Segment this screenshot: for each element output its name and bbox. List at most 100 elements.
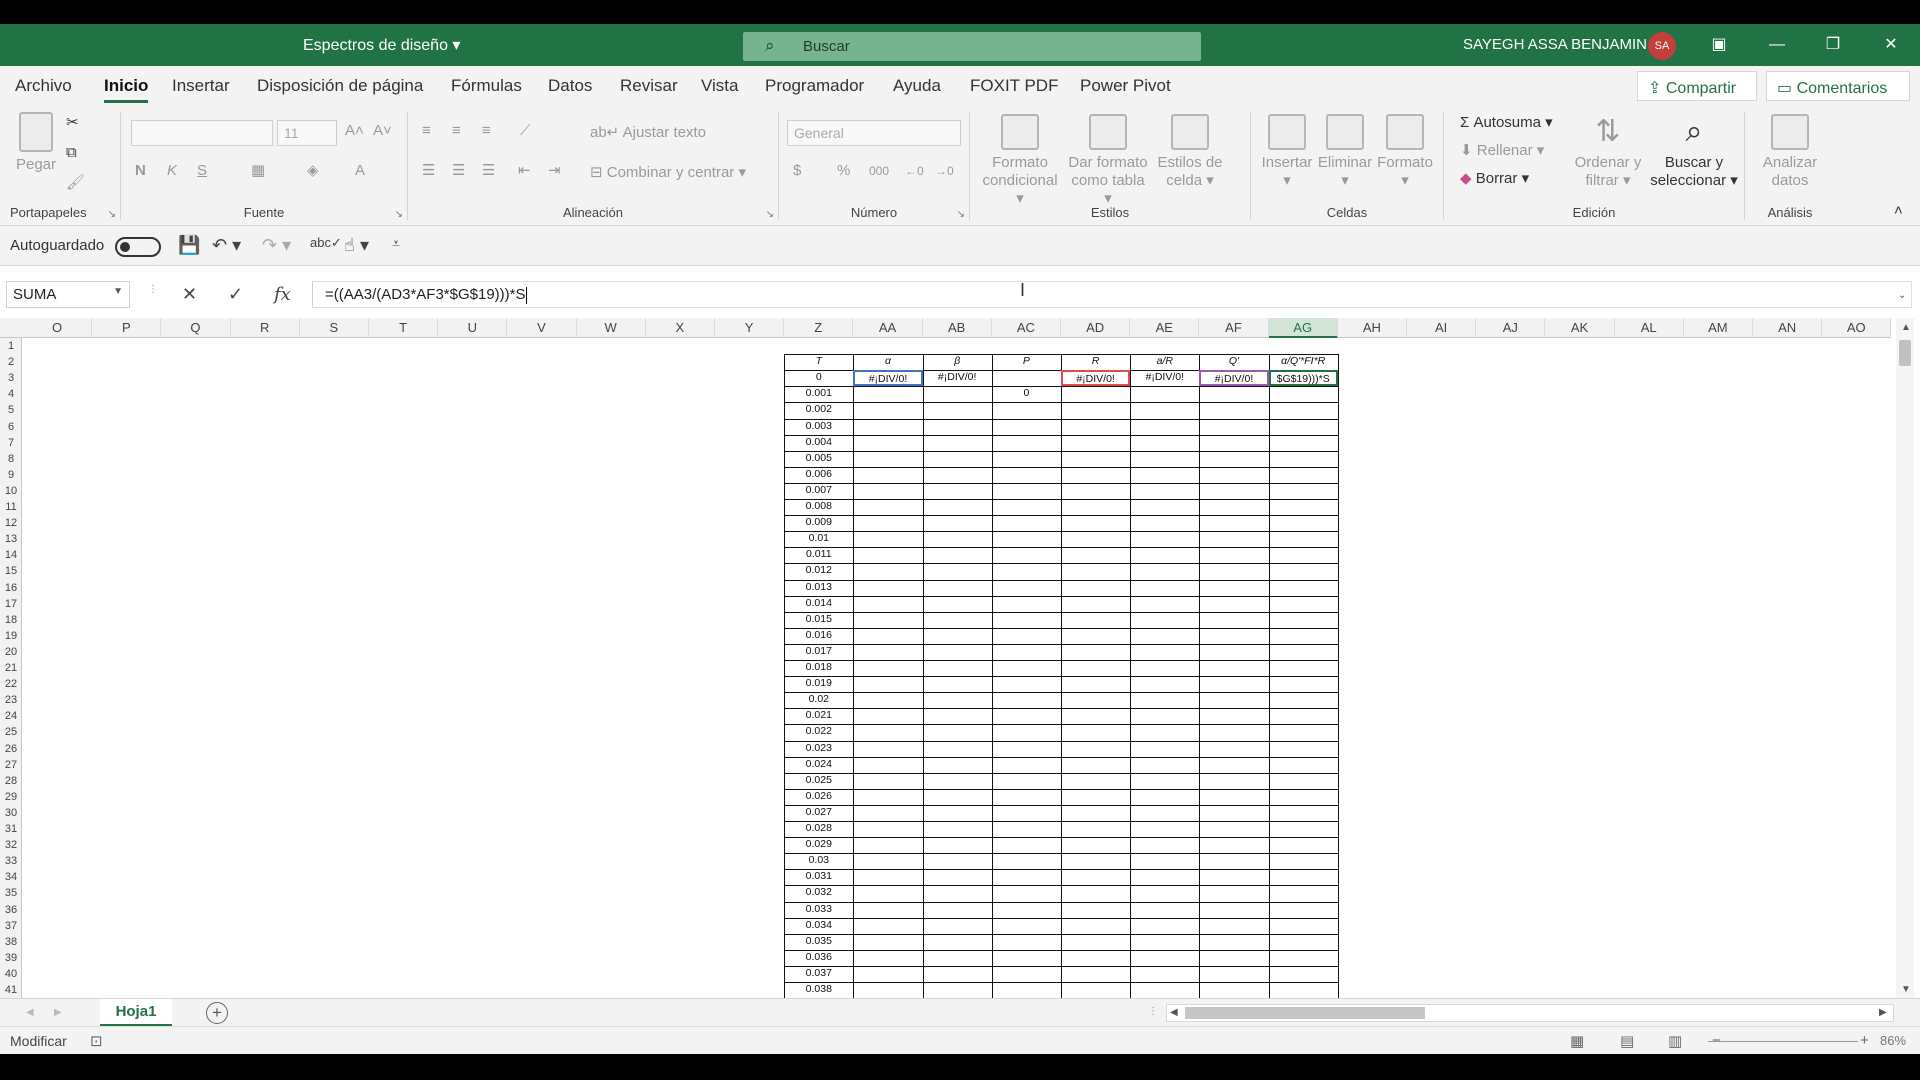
currency-icon[interactable]: $	[793, 162, 801, 180]
table-cell[interactable]: 0.004	[784, 435, 853, 451]
cell-area[interactable]: Tα β P Ra/R Q' α/Q'*FI*R 0 #¡DIV/0! #¡DIV/0! #¡DI…	[0, 338, 1890, 1000]
column-header[interactable]: T	[369, 318, 439, 338]
autosum-button[interactable]: Σ Autosuma ▾	[1460, 114, 1553, 132]
table-cell[interactable]: 0.027	[784, 805, 853, 821]
table-cell[interactable]: #¡DIV/0!	[923, 370, 992, 386]
column-header[interactable]: S	[300, 318, 369, 338]
table-header-cell[interactable]: R	[1061, 354, 1130, 370]
tab-formulas[interactable]: Fórmulas	[451, 76, 522, 96]
search-box[interactable]: ⌕ Buscar	[743, 32, 1201, 61]
tab-inicio[interactable]: Inicio	[104, 76, 149, 103]
table-cell[interactable]: 0.021	[784, 708, 853, 724]
column-header[interactable]: AM	[1684, 318, 1753, 338]
table-cell[interactable]: 0.024	[784, 757, 853, 773]
table-cell[interactable]: 0.019	[784, 676, 853, 692]
table-cell[interactable]	[992, 370, 1061, 386]
column-header[interactable]: U	[438, 318, 508, 338]
launcher-icon[interactable]: ↘	[957, 209, 965, 220]
column-header[interactable]: Z	[784, 318, 854, 338]
column-header[interactable]: AG	[1268, 318, 1338, 338]
tab-foxit[interactable]: FOXIT PDF	[970, 76, 1058, 96]
tab-programador[interactable]: Programador	[765, 76, 864, 96]
column-header[interactable]: AF	[1199, 318, 1269, 338]
document-title[interactable]: Espectros de diseño ▾	[303, 35, 460, 55]
scroll-up-icon[interactable]: ▲	[1901, 322, 1911, 333]
tab-disposicion[interactable]: Disposición de página	[257, 76, 423, 96]
table-cell[interactable]: 0.012	[784, 563, 853, 579]
comments-button[interactable]: ▭ Comentarios	[1766, 71, 1910, 101]
table-cell[interactable]: 0.03	[784, 853, 853, 869]
save-icon[interactable]: 💾	[178, 235, 200, 256]
orientation-icon[interactable]: ⟋	[520, 122, 531, 140]
align-middle-icon[interactable]: ≡	[452, 122, 461, 140]
percent-icon[interactable]: %	[837, 162, 850, 180]
format-cells-button[interactable]: Formato ▾	[1375, 114, 1435, 190]
scroll-right-icon[interactable]: ▶	[1879, 1007, 1887, 1018]
customize-qat-icon[interactable]: ⩡	[392, 235, 400, 252]
find-select-button[interactable]: ⌕ Buscar y seleccionar ▾	[1648, 114, 1740, 190]
wrap-text-button[interactable]: ab↵ Ajustar texto	[590, 124, 706, 142]
column-header[interactable]: AD	[1061, 318, 1131, 338]
column-header[interactable]: AA	[853, 318, 923, 338]
share-button[interactable]: ⇪ Compartir	[1637, 71, 1757, 101]
worksheet-grid[interactable]: O P Q R S T U V W X Y Z AA AB AC AD AE AF AG AH AI AJ AK AL AM AN…	[0, 318, 1920, 1000]
column-header[interactable]: AJ	[1476, 318, 1546, 338]
align-left-icon[interactable]: ☰	[422, 162, 435, 180]
table-cell[interactable]: #¡DIV/0!	[853, 370, 923, 387]
align-center-icon[interactable]: ☰	[452, 162, 465, 180]
function-icon[interactable]: fx	[274, 284, 291, 305]
enter-icon[interactable]: ✓	[228, 284, 243, 305]
active-cell[interactable]: $G$19)))*S	[1268, 370, 1338, 387]
table-header-cell[interactable]: a/R	[1130, 354, 1199, 370]
column-header[interactable]: AH	[1338, 318, 1407, 338]
spelling-icon[interactable]: abc✓	[310, 235, 342, 251]
scroll-thumb[interactable]	[1899, 340, 1911, 366]
autosave-toggle[interactable]	[115, 237, 161, 257]
prev-sheet-icon[interactable]: ◀	[26, 1007, 34, 1018]
tab-datos[interactable]: Datos	[548, 76, 592, 96]
macro-record-icon[interactable]: ⊡	[90, 1032, 103, 1050]
table-cell[interactable]: 0.015	[784, 612, 853, 628]
zoom-in-icon[interactable]: +	[1860, 1032, 1869, 1049]
table-cell[interactable]: 0.005	[784, 451, 853, 467]
table-cell[interactable]: 0.033	[784, 902, 853, 918]
table-cell[interactable]: 0.025	[784, 773, 853, 789]
column-header[interactable]: X	[646, 318, 715, 338]
page-break-icon[interactable]: ▥	[1668, 1032, 1682, 1050]
paste-button[interactable]: Pegar	[8, 112, 64, 174]
column-header[interactable]: Q	[161, 318, 231, 338]
undo-icon[interactable]: ↶ ▾	[212, 235, 241, 256]
table-cell[interactable]: 0.011	[784, 547, 853, 563]
align-top-icon[interactable]: ≡	[422, 122, 431, 140]
align-right-icon[interactable]: ☰	[482, 162, 495, 180]
tab-vista[interactable]: Vista	[701, 76, 739, 96]
column-header[interactable]: W	[577, 318, 646, 338]
table-cell[interactable]: 0.001	[784, 386, 853, 402]
fill-button[interactable]: ⬇ Rellenar ▾	[1460, 142, 1544, 160]
column-header[interactable]: Y	[715, 318, 785, 338]
table-header-cell[interactable]: T	[784, 354, 853, 370]
font-color-icon[interactable]: A	[355, 162, 365, 180]
horizontal-scrollbar[interactable]: ◀ ▶	[1166, 1004, 1894, 1022]
font-name-combo[interactable]	[131, 120, 273, 146]
ribbon-display-icon[interactable]: ▣	[1702, 30, 1736, 60]
table-header-cell[interactable]: Q'	[1199, 354, 1268, 370]
table-cell[interactable]: 0.018	[784, 660, 853, 676]
format-painter-icon[interactable]: 🖌	[66, 174, 85, 192]
table-cell[interactable]: 0.009	[784, 515, 853, 531]
column-header[interactable]: AL	[1615, 318, 1684, 338]
fill-color-icon[interactable]: ◈	[307, 162, 319, 180]
tab-ayuda[interactable]: Ayuda	[893, 76, 941, 96]
table-header-cell[interactable]: P	[992, 354, 1061, 370]
table-header-cell[interactable]: α/Q'*FI*R	[1269, 354, 1338, 370]
zoom-slider[interactable]	[1708, 1041, 1858, 1042]
table-cell[interactable]: 0.031	[784, 869, 853, 885]
copy-icon[interactable]: ⧉	[66, 144, 77, 162]
align-bottom-icon[interactable]: ≡	[482, 122, 491, 140]
decrease-indent-icon[interactable]: ⇤	[518, 162, 531, 180]
table-cell[interactable]: 0.007	[784, 483, 853, 499]
underline-button[interactable]: S	[197, 162, 207, 180]
table-cell[interactable]: 0.008	[784, 499, 853, 515]
user-name[interactable]: SAYEGH ASSA BENJAMIN	[1463, 36, 1647, 53]
table-cell[interactable]: 0.017	[784, 644, 853, 660]
